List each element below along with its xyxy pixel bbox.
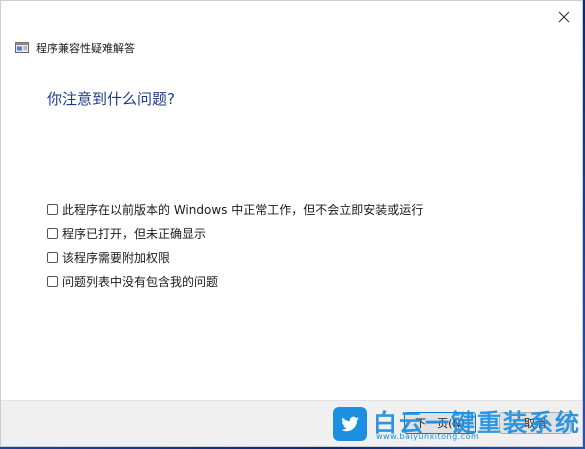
checkbox[interactable]	[47, 227, 58, 239]
dialog-footer	[1, 400, 582, 446]
option-not-listed[interactable]: 问题列表中没有包含我的问题	[47, 269, 423, 293]
page-heading: 你注意到什么问题?	[47, 90, 175, 108]
troubleshooter-dialog: 程序兼容性疑难解答 你注意到什么问题? 此程序在以前版本的 Windows 中正…	[0, 0, 583, 447]
next-button[interactable]: 下一页(N)	[404, 412, 476, 434]
option-label: 程序已打开，但未正确显示	[62, 226, 207, 241]
option-label: 此程序在以前版本的 Windows 中正常工作，但不会立即安装或运行	[62, 202, 424, 217]
option-previous-windows[interactable]: 此程序在以前版本的 Windows 中正常工作，但不会立即安装或运行	[47, 197, 423, 221]
close-icon	[558, 11, 570, 23]
problem-options-list: 此程序在以前版本的 Windows 中正常工作，但不会立即安装或运行 程序已打开…	[47, 197, 423, 293]
dialog-title: 程序兼容性疑难解答	[36, 42, 135, 55]
close-button[interactable]	[547, 3, 581, 31]
cancel-button[interactable]: 取消	[499, 412, 571, 434]
option-display-incorrect[interactable]: 程序已打开，但未正确显示	[47, 221, 423, 245]
checkbox[interactable]	[47, 275, 58, 287]
option-label: 问题列表中没有包含我的问题	[62, 274, 219, 289]
option-additional-permissions[interactable]: 该程序需要附加权限	[47, 245, 423, 269]
checkbox[interactable]	[47, 203, 58, 215]
checkbox[interactable]	[47, 251, 58, 263]
option-label: 该程序需要附加权限	[62, 250, 171, 265]
dialog-title-row: 程序兼容性疑难解答	[15, 39, 135, 57]
troubleshooter-icon	[15, 42, 29, 53]
